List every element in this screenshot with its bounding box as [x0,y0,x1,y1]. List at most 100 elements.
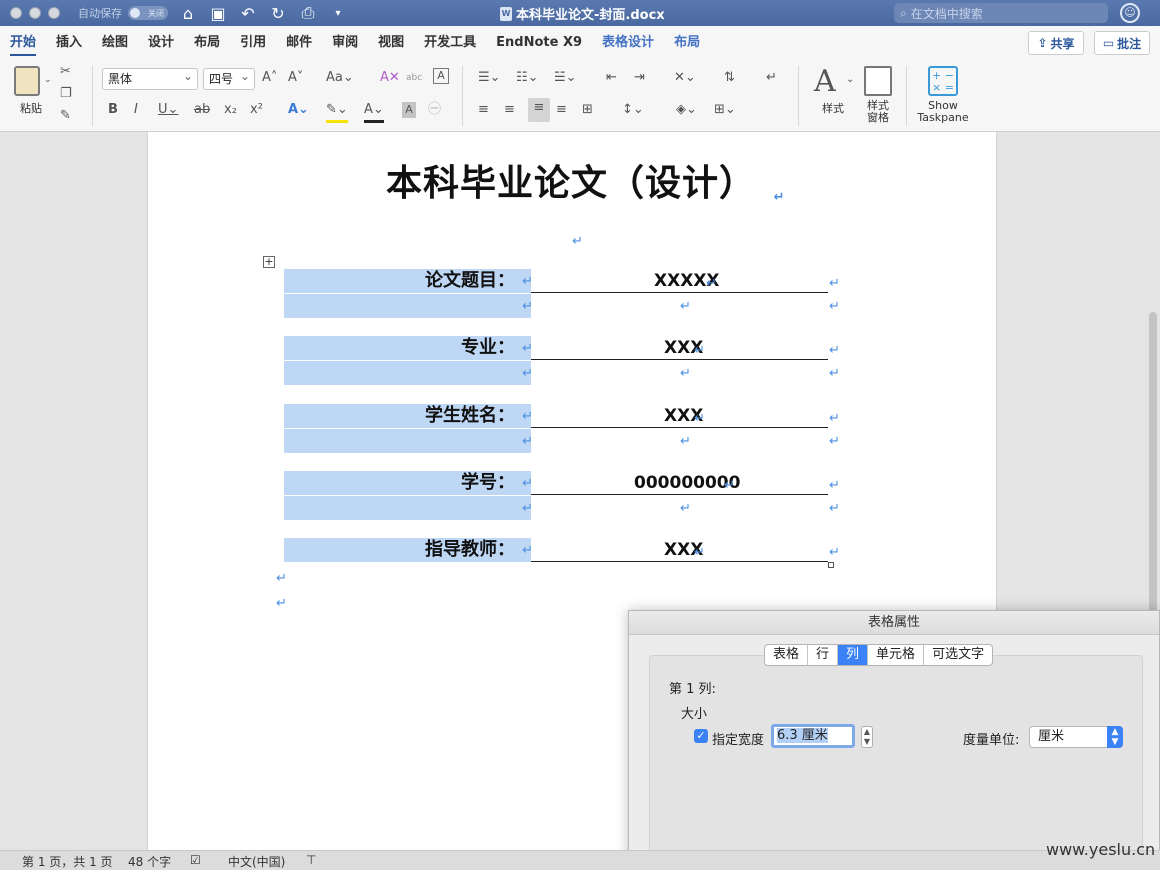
italic-icon[interactable]: I [134,100,138,120]
borders-icon[interactable]: ⊞⌄ [714,100,736,120]
character-shading-icon[interactable]: A [402,102,416,118]
paste-options-chevron-icon[interactable]: ⌄ [44,70,52,90]
format-painter-icon[interactable]: ✎ [60,106,71,126]
tab-layout[interactable]: 布局 [184,26,230,60]
language-indicator[interactable]: 中文(中国) [228,853,285,870]
font-name-select[interactable]: 黑体 [102,66,198,90]
home-icon[interactable]: ⌂ [178,4,198,23]
subscript-icon[interactable]: x₂ [224,100,237,120]
redo-icon[interactable]: ↻ [268,4,288,23]
shrink-font-icon[interactable]: A˅ [288,68,303,88]
dialog-tab-alt-text[interactable]: 可选文字 [924,645,992,665]
word-count[interactable]: 48 个字 [128,853,171,870]
font-size-select[interactable]: 四号 [203,66,255,90]
dialog-tab-row[interactable]: 行 [808,645,839,665]
document-main-title[interactable]: 本科毕业论文（设计） ↵ [386,154,784,206]
page-count[interactable]: 第 1 页，共 1 页 [22,853,113,870]
line-spacing-icon[interactable]: ↕⌄ [622,100,644,120]
strikethrough-icon[interactable]: ab [194,100,210,120]
comments-button[interactable]: ▭ 批注 [1094,31,1150,55]
print-icon[interactable]: ⎙ [298,3,318,23]
align-center-icon[interactable]: ≡ [504,100,515,120]
tab-mailings[interactable]: 邮件 [276,26,322,60]
align-left-icon[interactable]: ≡ [478,100,489,120]
table-move-handle-icon[interactable]: + [263,256,275,268]
superscript-icon[interactable]: x² [250,100,263,120]
sort-icon[interactable]: ⇅ [724,68,735,88]
multilevel-list-icon[interactable]: ☱⌄ [554,68,577,88]
label-cell[interactable]: 论文题目： ↵ [284,269,533,293]
phonetic-guide-icon[interactable]: abc [406,68,422,88]
highlight-icon[interactable]: ✎⌄ [326,100,348,123]
distributed-icon[interactable]: ⊞ [582,100,593,120]
spacer-cell[interactable]: ↵ [284,294,533,318]
taskpane-icon[interactable]: + − × = [928,66,958,96]
specify-width-checkbox[interactable]: ✓ [694,729,708,743]
customize-toolbar-icon[interactable]: ▾ [328,8,348,19]
numbering-icon[interactable]: ☷⌄ [516,68,539,88]
share-button[interactable]: ⇪ 共享 [1028,31,1084,55]
bold-icon[interactable]: B [108,100,118,120]
tab-review[interactable]: 审阅 [322,26,368,60]
shading-icon[interactable]: ◈⌄ [676,100,697,120]
tab-draw[interactable]: 绘图 [92,26,138,60]
font-color-icon[interactable]: A⌄ [364,100,384,123]
tab-home[interactable]: 开始 [0,26,46,60]
dialog-tab-column[interactable]: 列 [838,645,869,665]
align-right-icon[interactable]: ≡ [528,98,550,122]
justify-icon[interactable]: ≡ [556,100,567,120]
cut-icon[interactable]: ✂ [60,62,71,82]
autosave-toggle[interactable]: 关闭 [128,6,168,20]
change-case-icon[interactable]: Aa⌄ [326,68,354,88]
label-cell[interactable]: 学号： ↵ [284,471,533,495]
tab-developer[interactable]: 开发工具 [414,26,486,60]
label-cell[interactable]: 学生姓名： ↵ [284,404,533,428]
spacer-cell[interactable]: ↵ [284,361,533,385]
tab-endnote[interactable]: EndNote X9 [486,26,592,60]
dialog-tab-cell[interactable]: 单元格 [868,645,925,665]
character-spacing-icon[interactable]: ✕⌄ [674,68,696,88]
column-width-input[interactable]: 6.3 厘米 [771,724,855,748]
show-formatting-marks-icon[interactable]: ↵ [766,68,777,88]
enclose-characters-icon[interactable]: ㊀ [428,100,441,120]
tab-view[interactable]: 视图 [368,26,414,60]
spacer-cell[interactable]: ↵ [284,496,533,520]
decrease-indent-icon[interactable]: ⇤ [606,68,617,88]
tab-insert[interactable]: 插入 [46,26,92,60]
styles-icon[interactable]: A [814,64,836,99]
increase-indent-icon[interactable]: ⇥ [634,68,645,88]
label-cell[interactable]: 指导教师： ↵ [284,538,533,562]
close-window-button[interactable] [10,7,22,19]
tab-references[interactable]: 引用 [230,26,276,60]
styles-pane-icon[interactable] [864,66,892,96]
bullets-icon[interactable]: ☰⌄ [478,68,501,88]
character-border-icon[interactable]: A [433,68,449,84]
proofing-icon[interactable]: ☑ [190,853,201,867]
zoom-window-button[interactable] [48,7,60,19]
save-icon[interactable]: ▣ [208,4,228,23]
tab-table-layout[interactable]: 布局 [664,26,710,60]
paragraph-mark-icon: ↵ [773,190,786,205]
table-resize-handle-icon[interactable] [828,562,834,568]
minimize-window-button[interactable] [29,7,41,19]
styles-chevron-icon[interactable]: ⌄ [846,70,854,90]
copy-icon[interactable]: ❐ [60,84,72,104]
tab-design[interactable]: 设计 [138,26,184,60]
paste-icon[interactable] [14,66,40,96]
undo-icon[interactable]: ↶ [238,4,258,23]
dialog-tab-table[interactable]: 表格 [765,645,809,665]
account-icon[interactable]: ☺ [1120,3,1140,23]
text-effects-icon[interactable]: A⌄ [288,100,309,120]
underline-icon[interactable]: U⌄ [158,100,178,120]
tab-table-design[interactable]: 表格设计 [592,26,664,60]
measure-unit-select[interactable]: 厘米 ▲ ▼ [1029,726,1123,748]
styles-label: 样式 [822,102,844,115]
spacer-cell[interactable]: ↵ [284,429,533,453]
cell-end-mark-icon: ↵ [522,341,533,356]
search-input[interactable]: ⌕ 在文档中搜索 [894,3,1108,23]
clear-formatting-icon[interactable]: A✕ [380,68,400,88]
grow-font-icon[interactable]: A˄ [262,68,277,88]
accessibility-icon[interactable]: ⊤ [306,853,316,867]
width-stepper[interactable]: ▲ ▼ [861,726,873,748]
label-cell[interactable]: 专业： ↵ [284,336,533,360]
